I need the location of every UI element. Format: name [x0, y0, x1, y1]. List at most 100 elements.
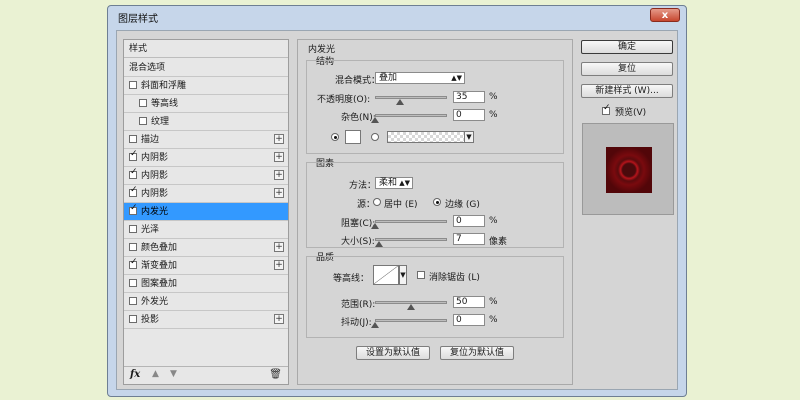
trash-icon[interactable]: 🗑: [269, 369, 282, 380]
plus-icon[interactable]: +: [274, 187, 284, 198]
style-item-checkbox[interactable]: [139, 98, 147, 107]
chevron-down-icon: ▲▼: [399, 179, 410, 187]
style-item-checkbox[interactable]: [129, 134, 137, 143]
quality-group: 等高线： ▼ 消除锯齿 (L) 范围(R): 50 % 抖动(J): 0 %: [306, 256, 564, 338]
jitter-unit: %: [489, 315, 498, 325]
opacity-slider[interactable]: [375, 96, 447, 99]
reset-button[interactable]: 复位: [581, 62, 673, 76]
style-item-checkbox[interactable]: ✓: [129, 185, 138, 197]
check-icon: ✓: [130, 184, 138, 195]
preview-label[interactable]: 预览(V): [615, 105, 646, 118]
choke-slider[interactable]: [375, 220, 447, 223]
range-slider-thumb[interactable]: [407, 304, 415, 310]
style-item[interactable]: 纹理: [124, 113, 288, 131]
ok-button[interactable]: 确定: [581, 40, 673, 54]
choke-input[interactable]: 0: [453, 215, 485, 227]
range-label: 范围(R):: [341, 300, 376, 310]
style-item-checkbox[interactable]: [129, 224, 137, 233]
style-item-checkbox[interactable]: [129, 278, 137, 287]
style-item[interactable]: 图案叠加: [124, 275, 288, 293]
plus-icon[interactable]: +: [274, 151, 284, 162]
gradient-picker[interactable]: [387, 131, 465, 143]
new-style-button[interactable]: 新建样式 (W)...: [581, 84, 673, 98]
styles-header[interactable]: 样式: [124, 40, 288, 58]
style-item-checkbox[interactable]: [129, 314, 137, 323]
solid-color-radio[interactable]: [331, 133, 339, 141]
style-item-label: 斜面和浮雕: [141, 80, 187, 91]
noise-slider-thumb[interactable]: [371, 117, 379, 123]
method-value: 柔和: [379, 178, 398, 188]
style-item-checkbox[interactable]: ✓: [129, 257, 138, 269]
style-item-checkbox[interactable]: ✓: [129, 149, 138, 161]
source-edge-radio[interactable]: [433, 198, 441, 206]
plus-icon[interactable]: +: [274, 259, 284, 270]
size-slider-thumb[interactable]: [375, 241, 383, 247]
antialias-checkbox[interactable]: [417, 271, 425, 279]
contour-preview[interactable]: [373, 265, 399, 285]
gradient-radio[interactable]: [371, 133, 379, 141]
style-item-label: 光泽: [141, 224, 160, 235]
style-item-checkbox[interactable]: [129, 242, 137, 251]
source-center-label[interactable]: 居中 (E): [384, 197, 418, 210]
glow-color-swatch[interactable]: [345, 130, 361, 144]
make-default-button[interactable]: 设置为默认值: [356, 346, 430, 360]
style-item-checkbox[interactable]: ✓: [129, 203, 138, 215]
range-input[interactable]: 50: [453, 296, 485, 308]
check-icon: ✓: [130, 202, 138, 213]
method-select[interactable]: 柔和 ▲▼: [375, 177, 413, 189]
style-item-label: 混合选项: [129, 62, 166, 73]
dialog-title: 图层样式: [118, 14, 158, 25]
reset-default-button[interactable]: 复位为默认值: [440, 346, 514, 360]
plus-icon[interactable]: +: [274, 133, 284, 144]
move-down-icon[interactable]: ▼: [170, 369, 177, 379]
contour-dropdown-arrow[interactable]: ▼: [399, 265, 407, 285]
style-item-checkbox[interactable]: [139, 116, 147, 125]
noise-input[interactable]: 0: [453, 109, 485, 121]
size-unit: 像素: [489, 237, 508, 247]
plus-icon[interactable]: +: [274, 313, 284, 324]
style-preview-box: [582, 123, 674, 215]
gradient-dropdown-arrow[interactable]: ▼: [464, 131, 474, 143]
plus-icon[interactable]: +: [274, 241, 284, 252]
jitter-slider[interactable]: [375, 319, 447, 322]
style-item-label: 内发光: [141, 206, 169, 217]
source-edge-label[interactable]: 边缘 (G): [445, 197, 480, 210]
antialias-label[interactable]: 消除锯齿 (L): [429, 270, 480, 283]
style-item[interactable]: ✓ 内阴影 +: [124, 167, 288, 185]
style-item-checkbox[interactable]: [129, 80, 137, 89]
style-item[interactable]: 外发光: [124, 293, 288, 311]
size-slider[interactable]: [375, 238, 447, 241]
style-item[interactable]: ✓ 内发光: [124, 202, 288, 221]
blend-mode-select[interactable]: 叠加 ▲▼: [375, 72, 465, 84]
title-bar[interactable]: 图层样式 x: [108, 6, 686, 28]
style-item[interactable]: ✓ 内阴影 +: [124, 149, 288, 167]
size-input[interactable]: 7: [453, 233, 485, 245]
style-item-checkbox[interactable]: ✓: [129, 167, 138, 179]
source-center-radio[interactable]: [373, 198, 381, 206]
style-item[interactable]: 投影 +: [124, 311, 288, 329]
style-item-checkbox[interactable]: [129, 296, 137, 305]
opacity-slider-thumb[interactable]: [396, 99, 405, 105]
preview-checkbox[interactable]: ✓: [602, 103, 611, 115]
style-item[interactable]: 等高线: [124, 95, 288, 113]
close-button[interactable]: x: [650, 8, 680, 22]
style-item-label: 等高线: [151, 98, 179, 109]
elements-group: 方法： 柔和 ▲▼ 源： 居中 (E) 边缘 (G) 阻塞(C): 0 % 大小…: [306, 162, 564, 248]
style-item[interactable]: 颜色叠加 +: [124, 239, 288, 257]
style-item[interactable]: ✓ 内阴影 +: [124, 185, 288, 203]
opacity-input[interactable]: 35: [453, 91, 485, 103]
style-item[interactable]: 混合选项: [124, 59, 288, 77]
style-item[interactable]: ✓ 渐变叠加 +: [124, 257, 288, 275]
choke-slider-thumb[interactable]: [371, 223, 379, 229]
style-item[interactable]: 光泽: [124, 221, 288, 239]
jitter-slider-thumb[interactable]: [371, 322, 379, 328]
style-item[interactable]: 斜面和浮雕: [124, 77, 288, 95]
method-label: 方法：: [349, 181, 377, 191]
blend-mode-label: 混合模式：: [335, 76, 381, 86]
fx-icon[interactable]: fx: [130, 369, 140, 380]
move-up-icon[interactable]: ▲: [152, 369, 159, 379]
noise-slider[interactable]: [375, 114, 447, 117]
plus-icon[interactable]: +: [274, 169, 284, 180]
jitter-input[interactable]: 0: [453, 314, 485, 326]
style-item[interactable]: 描边 +: [124, 131, 288, 149]
